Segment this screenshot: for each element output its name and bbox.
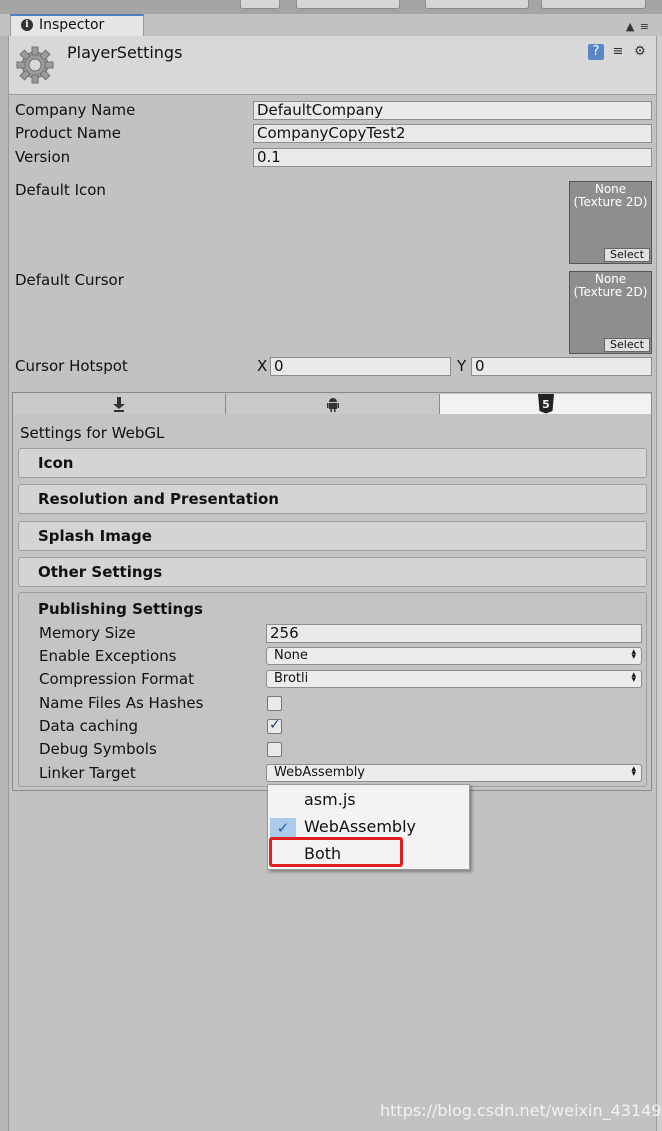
name-files-as-hashes-label: Name Files As Hashes — [39, 694, 204, 712]
compression-format-label: Compression Format — [39, 670, 194, 688]
toolbar-stub-button[interactable] — [425, 0, 529, 9]
gear-icon — [16, 46, 54, 84]
dropdown-arrow-icon: ▴ ▾ — [631, 670, 636, 685]
tab-label: Inspector — [39, 17, 105, 33]
toolbar-stub-button[interactable] — [240, 0, 280, 9]
memory-size-label: Memory Size — [39, 624, 136, 642]
default-icon-object-field[interactable]: None (Texture 2D) Select — [569, 181, 652, 264]
debug-symbols-checkbox[interactable] — [267, 742, 282, 757]
info-icon: i — [21, 19, 33, 31]
section-label: Resolution and Presentation — [38, 490, 279, 508]
dropdown-arrow-icon: ▴ ▾ — [631, 647, 636, 662]
tab-standalone[interactable] — [13, 394, 226, 414]
memory-size-field[interactable]: 256 — [266, 624, 642, 643]
section-label: Splash Image — [38, 527, 152, 545]
company-name-label: Company Name — [15, 101, 136, 119]
tab-android[interactable] — [226, 394, 440, 414]
section-label: Icon — [38, 454, 74, 472]
header-icons: ? ≡ ⚙ — [588, 44, 650, 62]
dropdown-value: None — [274, 648, 308, 663]
highlight-box — [269, 837, 403, 867]
left-panel-edge — [0, 36, 9, 1131]
section-icon[interactable]: Icon — [18, 448, 647, 478]
dropdown-arrow-icon: ▴ ▾ — [631, 764, 636, 779]
html5-icon: 5 — [537, 394, 554, 414]
toolbar-stub-button[interactable] — [541, 0, 646, 9]
product-name-label: Product Name — [15, 124, 121, 142]
publishing-settings-title[interactable]: Publishing Settings — [38, 600, 203, 618]
select-button[interactable]: Select — [604, 338, 650, 352]
dropdown-value: WebAssembly — [274, 765, 365, 780]
version-field[interactable]: 0.1 — [253, 148, 652, 167]
hotspot-x-field[interactable]: 0 — [270, 357, 451, 376]
debug-symbols-label: Debug Symbols — [39, 740, 157, 758]
hotspot-y-field[interactable]: 0 — [471, 357, 652, 376]
tab-inspector[interactable]: i Inspector — [10, 14, 144, 36]
settings-for-webgl-title: Settings for WebGL — [20, 424, 165, 442]
check-icon: ✓ — [270, 818, 296, 838]
hotspot-y-label: Y — [457, 357, 467, 375]
section-label: Other Settings — [38, 563, 163, 581]
object-field-value: None (Texture 2D) — [573, 272, 648, 299]
toolbar-stub-button[interactable] — [296, 0, 400, 9]
tab-webgl[interactable]: 5 — [440, 394, 651, 414]
section-resolution[interactable]: Resolution and Presentation — [18, 484, 647, 514]
default-icon-label: Default Icon — [15, 181, 106, 199]
cursor-hotspot-label: Cursor Hotspot — [15, 357, 128, 375]
right-scrollbar[interactable] — [656, 36, 662, 1131]
watermark-text: https://blog.csdn.net/weixin_43149049 — [380, 1101, 662, 1120]
section-splash-image[interactable]: Splash Image — [18, 521, 647, 551]
linker-target-label: Linker Target — [39, 764, 136, 782]
hotspot-x-label: X — [257, 357, 268, 375]
data-caching-checkbox[interactable]: ✓ — [267, 717, 282, 734]
select-button[interactable]: Select — [604, 248, 650, 262]
enable-exceptions-dropdown[interactable]: None ▴ ▾ — [266, 647, 642, 665]
compression-format-dropdown[interactable]: Brotli ▴ ▾ — [266, 670, 642, 688]
name-files-as-hashes-checkbox[interactable] — [267, 696, 282, 711]
linker-target-dropdown[interactable]: WebAssembly ▴ ▾ — [266, 764, 642, 782]
settings-gear-icon[interactable]: ⚙ — [632, 44, 648, 60]
default-cursor-label: Default Cursor — [15, 271, 124, 289]
download-icon — [113, 397, 125, 412]
default-cursor-object-field[interactable]: None (Texture 2D) Select — [569, 271, 652, 354]
top-toolbar-strip — [0, 0, 662, 14]
dropdown-value: Brotli — [274, 671, 309, 686]
company-name-field[interactable]: DefaultCompany — [253, 101, 652, 120]
tab-menu-icon[interactable]: ▲ ≡ — [626, 20, 650, 33]
svg-text:5: 5 — [542, 398, 550, 411]
menu-item-asmjs[interactable]: asm.js — [268, 787, 469, 813]
version-label: Version — [15, 148, 71, 166]
enable-exceptions-label: Enable Exceptions — [39, 647, 177, 665]
checkmark-icon: ✓ — [269, 717, 281, 733]
section-other-settings[interactable]: Other Settings — [18, 557, 647, 587]
page-title: PlayerSettings — [67, 43, 183, 62]
help-book-icon[interactable]: ? — [588, 44, 604, 60]
preset-sliders-icon[interactable]: ≡ — [610, 44, 626, 60]
object-field-value: None (Texture 2D) — [573, 182, 648, 209]
menu-item-label: asm.js — [304, 790, 356, 809]
data-caching-label: Data caching — [39, 717, 138, 735]
android-icon — [326, 398, 339, 412]
product-name-field[interactable]: CompanyCopyTest2 — [253, 124, 652, 143]
